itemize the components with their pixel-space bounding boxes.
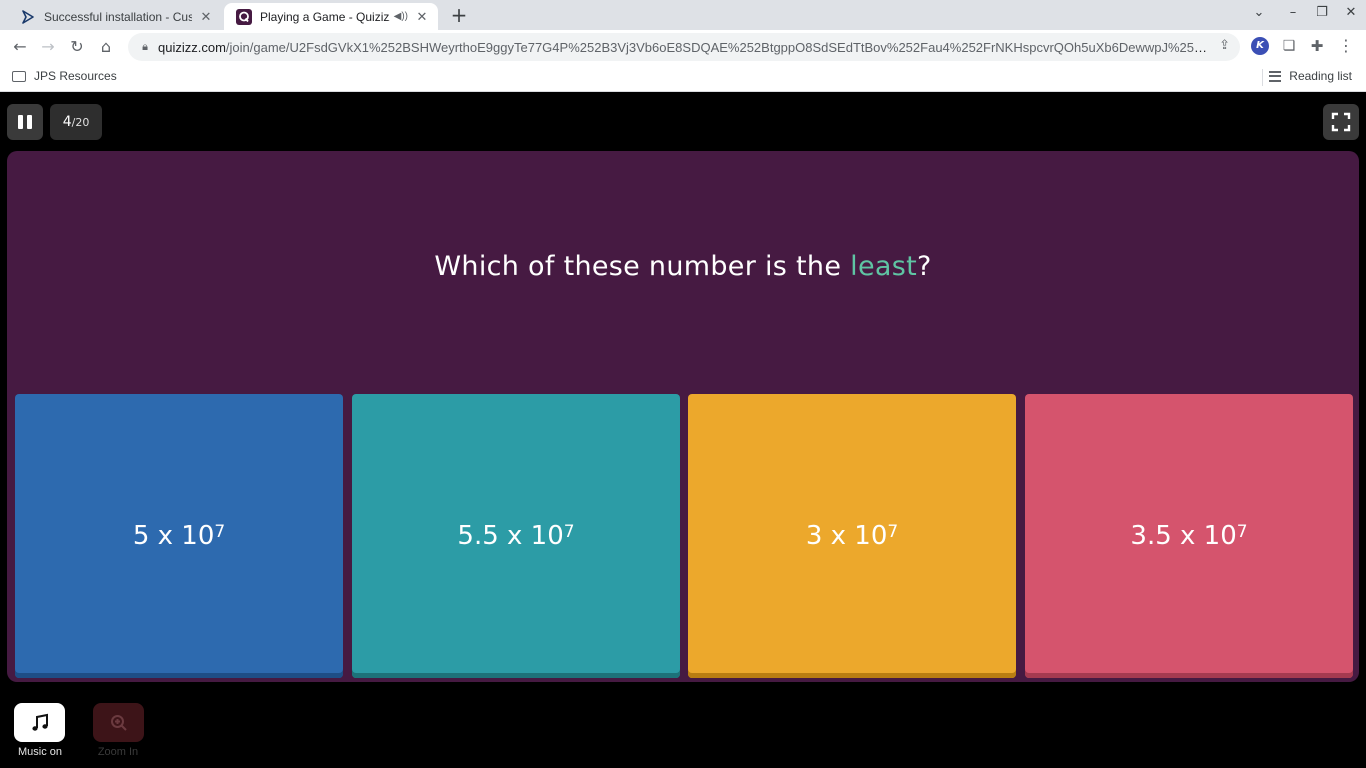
extension-icon[interactable]: ❏ [1280, 37, 1298, 55]
browser-toolbar: ← → ↻ ⌂ 🔒︎ quizizz.com/join/game/U2FsdGV… [0, 30, 1366, 63]
forward-arrow-icon[interactable]: → [37, 36, 59, 58]
k-extension-icon[interactable]: K [1251, 37, 1269, 55]
url-path: /join/game/U2FsdGVkX1%252BSHWeyrthoE9ggy… [225, 39, 1208, 55]
lock-icon: 🔒︎ [142, 40, 148, 53]
puzzle-icon[interactable]: ✚ [1308, 37, 1326, 55]
question-prefix: Which of these number is the [434, 251, 851, 282]
question-suffix: ? [916, 251, 932, 282]
tab-title: Successful installation - Custom [44, 9, 192, 24]
fullscreen-button[interactable] [1323, 104, 1359, 140]
play-logo-icon [20, 9, 36, 25]
music-note-icon [31, 713, 48, 731]
question-text: Which of these number is the least? [7, 251, 1359, 282]
reading-list-icon [1269, 70, 1282, 82]
divider [1262, 69, 1263, 86]
new-tab-button[interactable]: + [448, 5, 470, 27]
address-bar[interactable]: 🔒︎ quizizz.com/join/game/U2FsdGVkX1%252B… [128, 33, 1240, 61]
counter-current: 4 [62, 114, 72, 130]
reload-icon[interactable]: ↻ [66, 36, 88, 58]
home-icon[interactable]: ⌂ [95, 36, 117, 58]
bookmark-folder-jps-resources[interactable]: JPS Resources [12, 69, 117, 83]
close-icon[interactable]: ✕ [198, 9, 214, 25]
pause-button[interactable] [7, 104, 43, 140]
reading-list-label: Reading list [1289, 69, 1352, 83]
option-exponent: 7 [887, 522, 899, 542]
game-area: 4/20 Which of these number is the least?… [0, 93, 1366, 768]
quizizz-logo-icon [236, 8, 252, 25]
speaker-icon[interactable]: ◀︎)) [394, 11, 408, 22]
tab-strip: Successful installation - Custom ✕ Playi… [0, 0, 1366, 30]
back-arrow-icon[interactable]: ← [9, 36, 31, 58]
zoom-in-button[interactable] [93, 703, 144, 742]
tab-title: Playing a Game - Quizizz [260, 9, 390, 24]
zoom-in-icon [110, 714, 127, 731]
bookmark-label: JPS Resources [34, 69, 117, 83]
folder-icon [12, 70, 26, 82]
bookmarks-bar: JPS Resources Reading list [0, 63, 1366, 92]
counter-total: /20 [71, 115, 90, 129]
fullscreen-icon [1331, 112, 1351, 132]
answer-option-4[interactable]: 3.5 x 10 7 [1025, 394, 1353, 678]
minimize-icon[interactable]: – [1282, 5, 1304, 25]
option-exponent: 7 [214, 522, 226, 542]
tab-playing-quizizz[interactable]: Playing a Game - Quizizz ◀︎)) ✕ [224, 3, 438, 30]
option-exponent: 7 [563, 522, 575, 542]
option-base: 5 x 10 [132, 521, 215, 551]
music-label: Music on [17, 746, 63, 758]
question-counter: 4/20 [50, 104, 102, 140]
reading-list-button[interactable]: Reading list [1269, 69, 1352, 83]
url-host: quizizz.com [158, 39, 226, 55]
close-icon[interactable]: ✕ [414, 9, 430, 25]
music-toggle-button[interactable] [14, 703, 65, 742]
question-panel: Which of these number is the least? 5 x … [7, 151, 1359, 682]
pause-icon [27, 115, 32, 129]
question-highlight: least [850, 251, 917, 282]
share-icon[interactable]: ⇪ [1219, 38, 1230, 53]
answer-option-2[interactable]: 5.5 x 10 7 [352, 394, 680, 678]
restore-icon[interactable]: ❐ [1311, 5, 1333, 25]
answer-option-1[interactable]: 5 x 10 7 [15, 394, 343, 678]
window-close-icon[interactable]: ✕ [1340, 5, 1362, 25]
option-base: 3 x 10 [805, 521, 888, 551]
option-base: 3.5 x 10 [1130, 521, 1237, 551]
zoom-label: Zoom In [97, 746, 139, 758]
tab-successful-installation[interactable]: Successful installation - Custom ✕ [8, 3, 222, 30]
option-base: 5.5 x 10 [457, 521, 564, 551]
tab-search-chevron-icon[interactable]: ⌄ [1248, 5, 1270, 25]
url-text[interactable]: quizizz.com/join/game/U2FsdGVkX1%252BSHW… [158, 40, 1208, 55]
answer-option-3[interactable]: 3 x 10 7 [688, 394, 1016, 678]
pause-icon [18, 115, 23, 129]
option-exponent: 7 [1236, 522, 1248, 542]
kebab-menu-icon[interactable]: ⋮ [1337, 37, 1355, 55]
